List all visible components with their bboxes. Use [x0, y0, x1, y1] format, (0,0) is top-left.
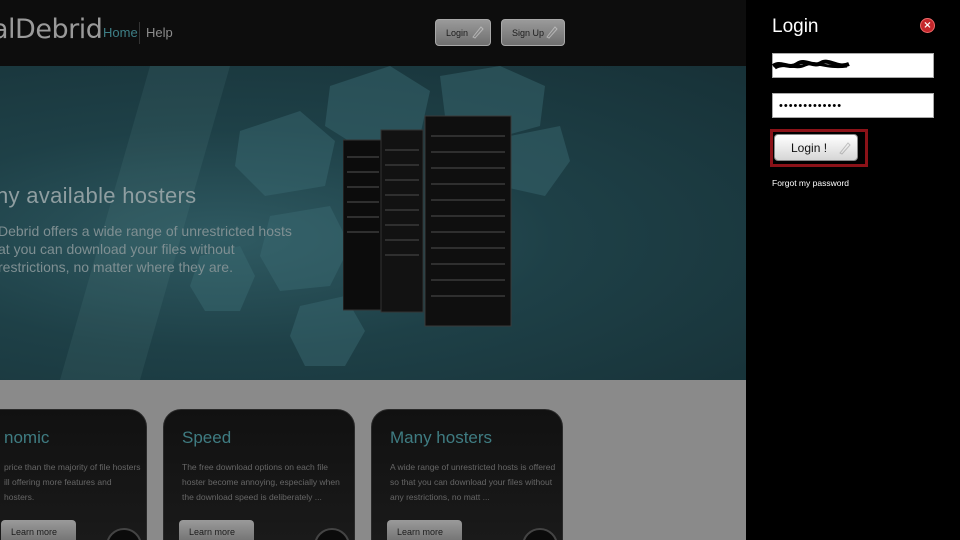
forgot-password-link[interactable]: Forgot my password [772, 178, 849, 188]
close-icon[interactable]: × [920, 18, 935, 33]
learn-more-button[interactable]: Learn more [387, 520, 462, 540]
learn-more-button[interactable]: Learn more [179, 520, 254, 540]
nav-divider [139, 22, 140, 44]
feature-card-many-hosters: Many hosters A wide range of unrestricte… [371, 409, 563, 540]
header-login-button[interactable]: Login [435, 19, 491, 46]
learn-more-label: Learn more [189, 527, 236, 537]
username-input[interactable] [772, 53, 934, 78]
hero-text-line-3: restrictions, no matter where they are. [0, 259, 233, 275]
hero-text-line-1: Debrid offers a wide range of unrestrict… [0, 223, 292, 239]
header-signup-label: Sign Up [512, 27, 545, 38]
pen-icon [546, 26, 558, 39]
pen-icon [839, 142, 851, 155]
globe-icon [106, 528, 142, 540]
login-panel-title: Login [772, 16, 819, 37]
password-input[interactable] [772, 93, 934, 118]
login-submit-button[interactable]: Login ! [774, 134, 858, 161]
feature-text: A wide range of unrestricted hosts is of… [390, 462, 556, 502]
login-submit-label: Login ! [791, 140, 828, 155]
nav-help-link[interactable]: Help [146, 25, 173, 40]
learn-more-label: Learn more [397, 527, 444, 537]
globe-icon [522, 528, 558, 540]
feature-text: The free download options on each file h… [182, 462, 340, 502]
feature-text: price than the majority of file hosters … [4, 462, 141, 502]
server-racks-illustration [343, 115, 512, 327]
learn-more-label: Learn more [11, 527, 58, 537]
top-navbar: alDebrid Home Help Login Sign Up [0, 0, 746, 66]
main-page: alDebrid Home Help Login Sign Up ny avai… [0, 0, 746, 540]
feature-title: Speed [182, 428, 232, 447]
learn-more-button[interactable]: Learn more [1, 520, 76, 540]
hero-title: ny available hosters [0, 183, 197, 208]
feature-card-speed: Speed The free download options on each … [163, 409, 355, 540]
hero-text-line-2: at you can download your files without [0, 241, 235, 257]
login-panel: Login × Login ! Forgot my password [746, 0, 960, 540]
feature-title: Many hosters [390, 428, 493, 447]
globe-icon [314, 528, 350, 540]
header-login-label: Login [446, 27, 469, 38]
nav-home-link[interactable]: Home [103, 25, 138, 40]
site-logo[interactable]: alDebrid [0, 14, 103, 45]
header-signup-button[interactable]: Sign Up [501, 19, 565, 46]
pen-icon [472, 26, 484, 39]
feature-card-economic: nomic price than the majority of file ho… [0, 409, 147, 540]
feature-title: nomic [4, 428, 50, 447]
